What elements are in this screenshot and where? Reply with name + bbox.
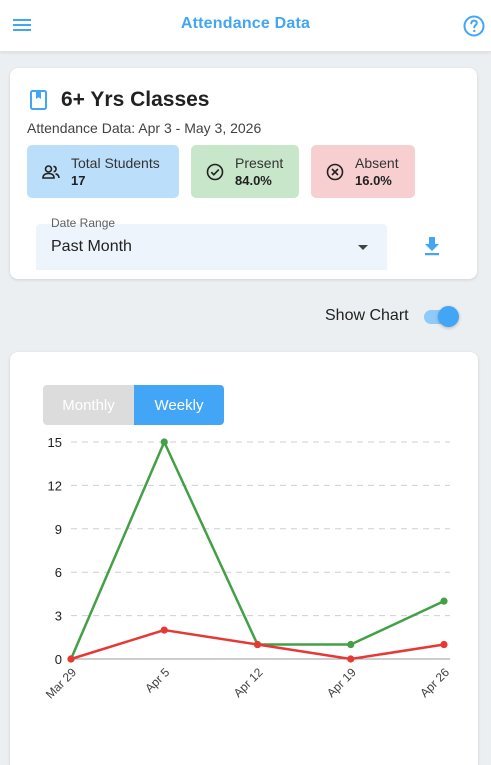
view-toggle: Monthly Weekly <box>43 385 224 425</box>
cancel-circle-icon <box>326 163 344 180</box>
class-summary-card: 6+ Yrs Classes Attendance Data: Apr 3 - … <box>10 68 477 279</box>
total-students-stat: Total Students 17 <box>27 145 179 198</box>
total-students-label: Total Students <box>71 154 160 171</box>
class-title-row: 6+ Yrs Classes <box>29 87 210 113</box>
people-icon <box>42 164 60 179</box>
y-tick-label: 12 <box>48 478 62 493</box>
series-1-point <box>253 640 262 649</box>
present-label: Present <box>235 154 284 171</box>
weekly-view-button[interactable]: Weekly <box>134 385 224 425</box>
chart-card: 0 3 6 9 12 15 Mar 29 Apr 5 Apr 12 Apr 19 Apr 26 Mo… <box>10 352 478 765</box>
series-line-0 <box>69 440 445 660</box>
series-1-point <box>67 655 75 663</box>
check-circle-icon <box>206 163 224 180</box>
absent-stat: Absent 16.0% <box>311 145 415 198</box>
page-title: Attendance Data <box>180 15 311 32</box>
series-0-point <box>347 640 355 649</box>
y-tick-label: 15 <box>48 435 62 450</box>
date-range-label: Date Range <box>51 216 116 230</box>
date-range-value: Past Month <box>51 238 132 255</box>
x-tick-label: Apr 26 <box>417 665 452 700</box>
x-tick-label: Mar 29 <box>43 665 80 702</box>
show-chart-toggle[interactable] <box>423 304 461 328</box>
series-1-point <box>440 640 448 649</box>
present-stat: Present 84.0% <box>191 145 299 198</box>
app-bar: Attendance Data <box>0 0 491 52</box>
y-tick-label: 3 <box>55 609 62 624</box>
class-title: 6+ Yrs Classes <box>61 88 210 111</box>
help-circle-icon[interactable] <box>462 14 486 38</box>
book-icon <box>30 90 47 110</box>
series-0-point <box>440 597 448 605</box>
series-1-point <box>160 626 168 634</box>
y-tick-label: 0 <box>55 652 62 667</box>
date-range-select[interactable]: Date Range Past Month <box>36 216 387 270</box>
absent-label: Absent <box>355 154 399 171</box>
monthly-view-button[interactable]: Monthly <box>43 385 134 425</box>
x-tick-label: Apr 19 <box>324 665 359 700</box>
attendance-date-subtitle: Attendance Data: Apr 3 - May 3, 2026 <box>27 120 262 136</box>
present-value: 84.0% <box>235 172 272 188</box>
x-tick-label: Apr 12 <box>231 665 266 700</box>
chevron-down-icon <box>358 245 368 250</box>
series-0-point <box>160 438 168 446</box>
y-tick-label: 6 <box>55 565 62 580</box>
toggle-thumb[interactable] <box>437 306 459 327</box>
show-chart-label: Show Chart <box>325 307 409 324</box>
absent-value: 16.0% <box>355 172 392 188</box>
series-1-point <box>347 655 355 663</box>
show-chart-row: Show Chart <box>325 304 461 328</box>
x-tick-label: Apr 5 <box>142 665 172 695</box>
y-tick-label: 9 <box>55 522 62 537</box>
total-students-value: 17 <box>71 172 86 188</box>
download-icon[interactable] <box>421 234 443 258</box>
